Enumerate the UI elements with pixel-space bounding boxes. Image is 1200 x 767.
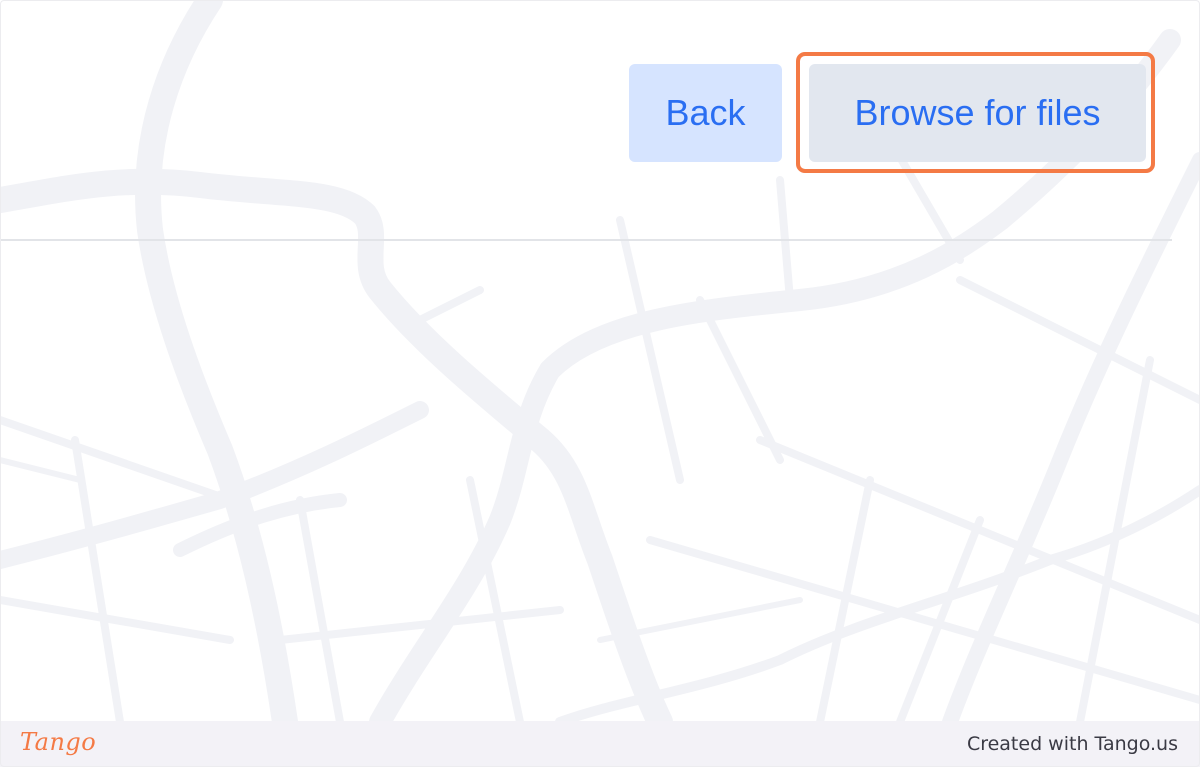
section-divider (0, 239, 1172, 241)
back-button[interactable]: Back (629, 64, 782, 162)
created-with-text: Created with Tango.us (966, 733, 1178, 755)
tango-step-screenshot: Back Browse for files Tango Created with… (0, 0, 1200, 767)
back-button-label: Back (665, 92, 746, 133)
browse-for-files-button[interactable]: Browse for files (809, 64, 1146, 162)
tango-footer: Tango Created with Tango.us (0, 721, 1200, 767)
browse-button-label: Browse for files (854, 92, 1101, 133)
tango-logo: Tango (20, 728, 97, 756)
